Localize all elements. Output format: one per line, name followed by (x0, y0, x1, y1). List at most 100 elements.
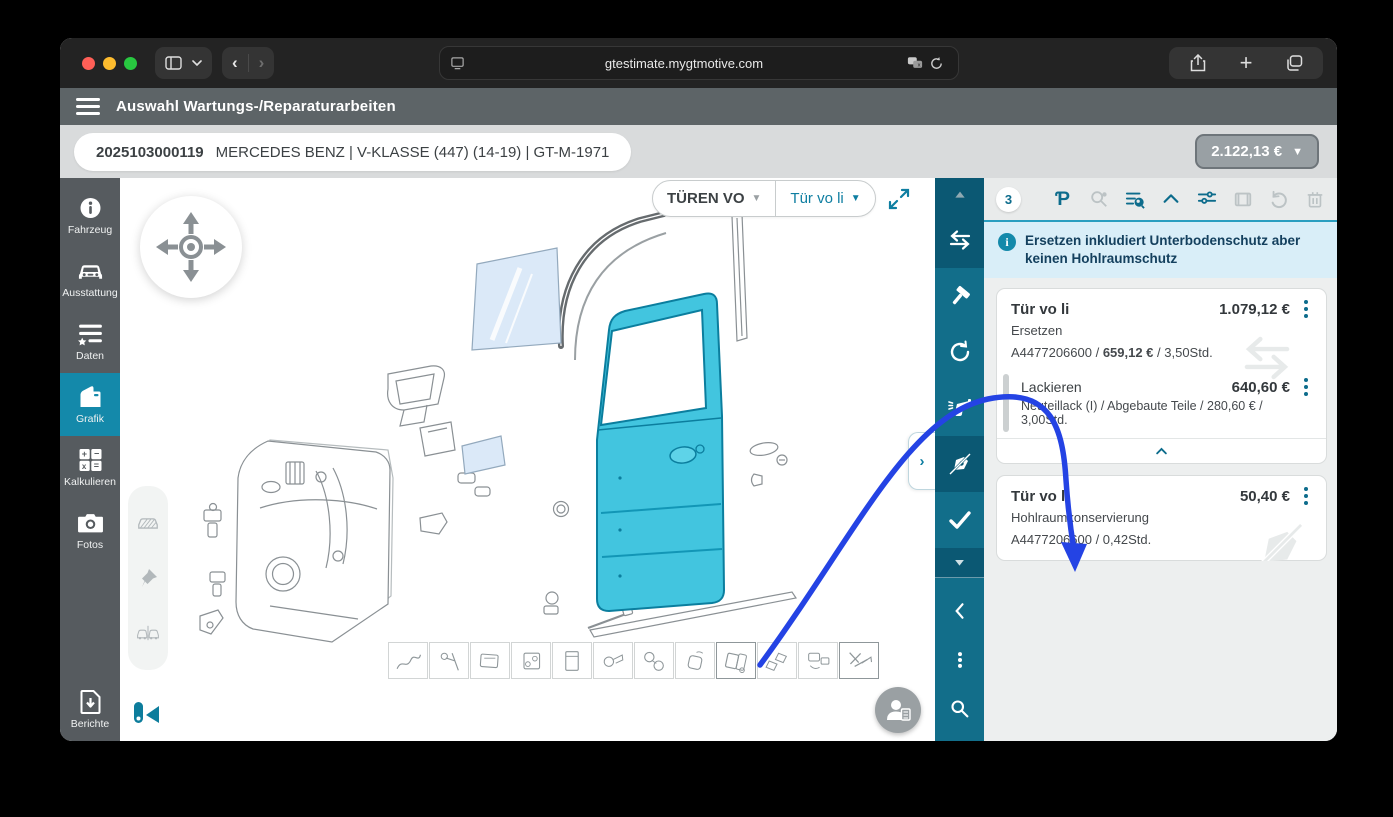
total-amount-dropdown[interactable]: 2.122,13 € ▼ (1195, 134, 1319, 169)
forward-button[interactable]: › (259, 53, 265, 73)
chevron-down-icon: ▼ (1292, 145, 1303, 158)
part-thumbnail[interactable] (388, 642, 428, 679)
sub-item-title: Lackieren (1021, 379, 1082, 396)
refresh-icon (950, 340, 969, 362)
menu-icon[interactable] (76, 98, 100, 115)
item-menu-button[interactable] (1296, 487, 1316, 506)
minimize-window-button[interactable] (103, 56, 116, 70)
undo-icon[interactable] (1268, 189, 1289, 210)
item-menu-button[interactable] (1296, 300, 1316, 319)
part-thumbnail[interactable] (634, 642, 674, 679)
panel-expander[interactable]: › (908, 432, 935, 490)
graphics-canvas[interactable]: TÜREN VO ▼ Tür vo li ▼ › (120, 178, 935, 741)
confirm-tool-button[interactable] (935, 492, 984, 548)
fullscreen-icon[interactable] (887, 187, 911, 211)
back-button[interactable]: ‹ (232, 53, 238, 73)
search-parts-button[interactable] (935, 689, 984, 729)
sidebar-toggle[interactable] (155, 47, 212, 79)
copy-pages-icon[interactable] (1232, 189, 1253, 210)
replace-tool-button[interactable] (935, 212, 984, 268)
app-header: Auswahl Wartungs-/Reparaturarbeiten (60, 88, 1337, 125)
more-options-button[interactable] (935, 640, 984, 680)
filter-sliders-icon[interactable] (1196, 189, 1217, 210)
paint-tool-button[interactable] (935, 380, 984, 436)
part-search-icon[interactable] (1088, 189, 1109, 210)
sidebar-item-kalkulieren[interactable]: + − x = Kalkulieren (60, 436, 120, 499)
repair-tool-button[interactable] (935, 268, 984, 324)
sidebar-item-berichte[interactable]: Berichte (60, 678, 120, 741)
overhaul-tool-button[interactable] (935, 324, 984, 380)
part-dropdown[interactable]: Tür vo li ▼ (775, 181, 874, 216)
chevron-left-icon (954, 602, 964, 619)
collapse-card-button[interactable] (997, 438, 1326, 463)
claim-info: 2025103000119 MERCEDES BENZ | V-KLASSE (… (74, 133, 632, 171)
item-price: 50,40 € (1239, 487, 1290, 505)
part-thumbnail[interactable] (839, 642, 879, 679)
delete-icon[interactable] (1304, 189, 1325, 210)
reload-icon[interactable] (926, 48, 948, 78)
person-clipboard-icon (887, 700, 911, 721)
part-group-selector: TÜREN VO ▼ Tür vo li ▼ (652, 180, 876, 217)
item-title: Tür vo li (1011, 487, 1070, 505)
user-notes-button[interactable] (875, 687, 921, 733)
collapse-all-icon[interactable] (1160, 189, 1181, 210)
work-item-card[interactable]: Tür vo li 1.079,12 € Ersetzen A447720660… (996, 288, 1327, 465)
part-thumbnail[interactable] (552, 642, 592, 679)
pan-compass[interactable] (140, 196, 242, 298)
sidebar-item-fahrzeug[interactable]: Fahrzeug (60, 184, 120, 247)
item-operation: Hohlraumkonservierung (1011, 510, 1150, 526)
address-bar[interactable]: gtestimate.mygtmotive.com x (438, 46, 959, 80)
sidebar-icon (165, 56, 182, 70)
item-title: Tür vo li (1011, 300, 1070, 318)
panel-header: 3 Ƥ (984, 178, 1337, 220)
parts-price-icon[interactable]: Ƥ (1052, 189, 1073, 210)
work-items-panel: 3 Ƥ i Ersetzen inkludiert Unterbodenschu… (984, 178, 1337, 741)
close-window-button[interactable] (82, 56, 95, 70)
part-thumbnail[interactable] (798, 642, 838, 679)
item-price: 1.079,12 € (1219, 300, 1290, 318)
new-tab-button[interactable]: + (1231, 48, 1261, 78)
zoom-window-button[interactable] (124, 56, 137, 70)
search-icon (951, 700, 969, 718)
svg-text:+: + (81, 449, 86, 459)
sub-work-item[interactable]: Lackieren 640,60 € Neuteillack (I) / Abg… (997, 372, 1326, 438)
mirror-view-icon[interactable] (136, 621, 160, 645)
selected-part-door[interactable] (596, 292, 726, 613)
sidebar-item-daten[interactable]: Daten (60, 310, 120, 373)
part-thumbnail[interactable] (593, 642, 633, 679)
claim-bar: 2025103000119 MERCEDES BENZ | V-KLASSE (… (60, 125, 1337, 178)
calculator-icon: + −x = (79, 448, 101, 471)
claim-id: 2025103000119 (96, 143, 204, 161)
vehicle-info: MERCEDES BENZ | V-KLASSE (447) (14-19) |… (215, 143, 610, 161)
translate-icon[interactable]: x (904, 48, 926, 78)
work-item-card[interactable]: Tür vo li 50,40 € Hohlraumkonservierung … (996, 475, 1327, 562)
info-banner: i Ersetzen inkludiert Unterbodenschutz a… (984, 220, 1337, 279)
collapse-panel-button[interactable] (935, 591, 984, 631)
part-thumbnail[interactable] (716, 642, 756, 679)
svg-text:=: = (93, 460, 98, 470)
sidebar-item-ausstattung[interactable]: Ausstattung (60, 247, 120, 310)
kebab-menu-icon (957, 651, 962, 668)
part-thumbnail[interactable] (757, 642, 797, 679)
item-detail: A4477206600 / 0,42Std. (1011, 532, 1152, 548)
part-thumbnail[interactable] (470, 642, 510, 679)
part-thumbnail[interactable] (675, 642, 715, 679)
sidebar-item-fotos[interactable]: Fotos (60, 499, 120, 562)
sidebar: Fahrzeug Ausstattung Daten Grafik + − x = K… (60, 178, 120, 741)
sidebar-item-grafik[interactable]: Grafik (60, 373, 120, 436)
pen-slash-icon (948, 453, 971, 475)
scroll-down-button[interactable] (935, 548, 984, 578)
group-dropdown[interactable]: TÜREN VO ▼ (653, 181, 775, 216)
pin-icon[interactable] (136, 566, 160, 590)
share-icon[interactable] (1183, 48, 1213, 78)
sub-item-menu-button[interactable] (1296, 378, 1316, 397)
page-title: Auswahl Wartungs-/Reparaturarbeiten (116, 98, 396, 115)
tab-overview-icon[interactable] (1279, 48, 1309, 78)
disassemble-tool-button[interactable] (935, 436, 984, 492)
scroll-up-button[interactable] (935, 178, 984, 212)
chevron-up-icon (1156, 447, 1167, 455)
list-search-icon[interactable] (1124, 189, 1145, 210)
part-thumbnail[interactable] (429, 642, 469, 679)
damage-hatch-icon[interactable] (136, 511, 160, 535)
part-thumbnail[interactable] (511, 642, 551, 679)
